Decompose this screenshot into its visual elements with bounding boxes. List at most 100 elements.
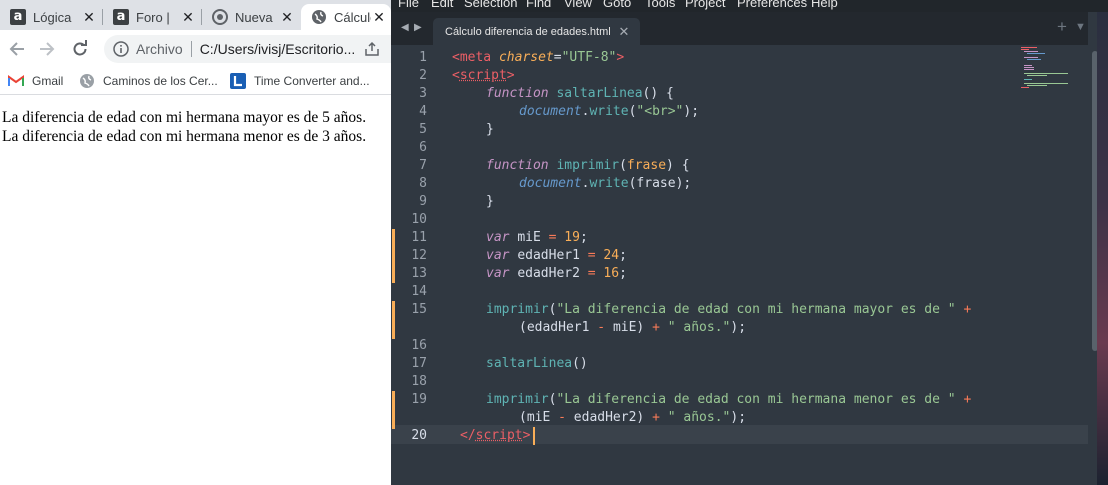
line-number: 4	[419, 104, 427, 119]
close-icon[interactable]: ✕	[616, 24, 632, 40]
browser-tab[interactable]: a Foro | ✕	[103, 4, 200, 30]
reload-icon	[73, 40, 87, 56]
time-converter-icon	[230, 73, 246, 89]
back-arrow-icon	[9, 42, 24, 56]
tab-left-arrow-icon[interactable]: ◀	[401, 22, 409, 33]
globe-icon	[79, 73, 95, 89]
code-line: }	[486, 194, 494, 209]
editor-tab-title: Cálculo diferencia de edades.html	[445, 25, 611, 38]
globe-icon	[311, 9, 327, 25]
editor-file-tab[interactable]: Cálculo diferencia de edades.html ✕	[433, 18, 640, 45]
code-line: function saltarLinea() {	[486, 86, 674, 101]
desktop-background-strip	[1097, 12, 1108, 485]
code-line: var edadHer1 = 24;	[486, 248, 627, 263]
code-line: imprimir("La diferencia de edad con mi h…	[486, 392, 972, 407]
line-number: 13	[411, 266, 427, 281]
address-bar[interactable]: Archivo C:/Users/ivisj/Escritorio...	[104, 35, 391, 63]
close-icon[interactable]: ✕	[279, 9, 295, 26]
page-content: La diferencia de edad con mi hermana may…	[2, 108, 366, 146]
line-number: 17	[411, 356, 427, 371]
browser-tab[interactable]: Nueva ✕	[202, 4, 299, 30]
chevron-down-icon[interactable]: ▼	[1075, 21, 1086, 33]
line-number: 16	[411, 338, 427, 353]
bookmark-label: Time Converter and...	[254, 74, 370, 88]
tab-title: Nueva	[235, 9, 273, 25]
tab-right-arrow-icon[interactable]: ▶	[414, 22, 422, 33]
browser-tab-strip: a Lógica ✕ a Foro | ✕ Nueva ✕ Cálculo ✕	[0, 0, 391, 30]
line-number: 3	[419, 86, 427, 101]
line-number: 9	[419, 194, 427, 209]
alura-icon: a	[113, 9, 129, 25]
bookmarks-bar: Gmail Caminos de los Cer... Time Convert…	[0, 68, 391, 95]
line-number-current: 20	[411, 428, 427, 443]
browser-window: a Lógica ✕ a Foro | ✕ Nueva ✕ Cálculo ✕	[0, 0, 391, 485]
menu-project[interactable]: Project	[685, 0, 725, 10]
code-line: imprimir("La diferencia de edad con mi h…	[486, 302, 972, 317]
bookmark-label: Caminos de los Cer...	[103, 74, 218, 88]
code-editor-window: File Edit Selection Find View Goto Tools…	[391, 0, 1108, 485]
menu-view[interactable]: View	[564, 0, 592, 10]
line-number: 14	[411, 284, 427, 299]
tab-title: Foro |	[136, 9, 170, 25]
editor-tab-bar: ◀ ▶ Cálculo diferencia de edades.html ✕ …	[391, 12, 1088, 45]
code-line: var miE = 19;	[486, 230, 588, 245]
line-number: 18	[411, 374, 427, 389]
close-icon[interactable]: ✕	[81, 9, 97, 26]
url-text[interactable]: C:/Users/ivisj/Escritorio...	[200, 41, 356, 57]
close-icon[interactable]: ✕	[371, 9, 387, 26]
close-icon[interactable]: ✕	[180, 9, 196, 26]
code-line: document.write(frase);	[519, 176, 692, 191]
line-number: 8	[419, 176, 427, 191]
menu-help[interactable]: Help	[811, 0, 838, 10]
forward-arrow-icon	[40, 42, 55, 56]
bookmark-gmail[interactable]: Gmail	[8, 72, 63, 90]
code-line: <meta charset="UTF-8">	[452, 50, 625, 65]
bookmark-label: Gmail	[32, 74, 64, 88]
tab-title: Cálculo	[334, 9, 371, 25]
menu-tools[interactable]: Tools	[645, 0, 675, 10]
bookmark-time-converter[interactable]: Time Converter and...	[230, 72, 370, 90]
code-line: document.write("<br>");	[519, 104, 700, 119]
minimap[interactable]	[1019, 45, 1077, 105]
menu-edit[interactable]: Edit	[431, 0, 453, 10]
output-line: La diferencia de edad con mi hermana may…	[2, 109, 367, 126]
line-number: 7	[419, 158, 427, 173]
output-line: La diferencia de edad con mi hermana men…	[2, 128, 367, 145]
code-line: }	[486, 122, 494, 137]
reload-button[interactable]	[69, 38, 91, 60]
share-icon[interactable]	[364, 41, 380, 57]
menu-find[interactable]: Find	[526, 0, 551, 10]
menu-file[interactable]: File	[398, 0, 419, 10]
line-number: 19	[411, 392, 427, 407]
line-number: 2	[419, 68, 427, 83]
menu-preferences[interactable]: Preferences	[737, 0, 807, 10]
code-line-wrapped: (edadHer1 - miE) + " años.");	[519, 320, 747, 335]
line-number: 12	[411, 248, 427, 263]
alura-icon: a	[10, 9, 26, 25]
menu-goto[interactable]: Goto	[603, 0, 631, 10]
line-number: 5	[419, 122, 427, 137]
code-line-current: </script>	[460, 428, 531, 443]
browser-tab[interactable]: a Lógica ✕	[0, 4, 101, 30]
code-line-wrapped: (miE - edadHer2) + " años.");	[519, 410, 747, 425]
forward-button[interactable]	[36, 38, 58, 60]
info-icon[interactable]	[113, 41, 129, 57]
text-cursor	[533, 427, 535, 445]
line-number-gutter: 1 2 3 4 5 6 7 8 9 10 11 12 13 14 15 16 1…	[391, 45, 439, 485]
browser-toolbar: Archivo C:/Users/ivisj/Escritorio...	[0, 30, 391, 68]
line-number: 10	[411, 212, 427, 227]
scheme-label: Archivo	[136, 41, 183, 57]
code-line: function imprimir(frase) {	[486, 158, 690, 173]
menu-selection[interactable]: Selection	[464, 0, 517, 10]
line-number: 1	[419, 50, 427, 65]
bookmark-caminos[interactable]: Caminos de los Cer...	[79, 72, 218, 90]
line-number: 6	[419, 140, 427, 155]
tab-title: Lógica	[33, 9, 72, 25]
chrome-icon	[212, 9, 228, 25]
browser-tab-active[interactable]: Cálculo ✕	[301, 4, 391, 30]
new-tab-plus-icon[interactable]: +	[1057, 17, 1067, 37]
back-button[interactable]	[6, 38, 28, 60]
menu-bar: File Edit Selection Find View Goto Tools…	[391, 0, 1108, 12]
gmail-icon	[8, 75, 24, 87]
line-number: 11	[411, 230, 427, 245]
